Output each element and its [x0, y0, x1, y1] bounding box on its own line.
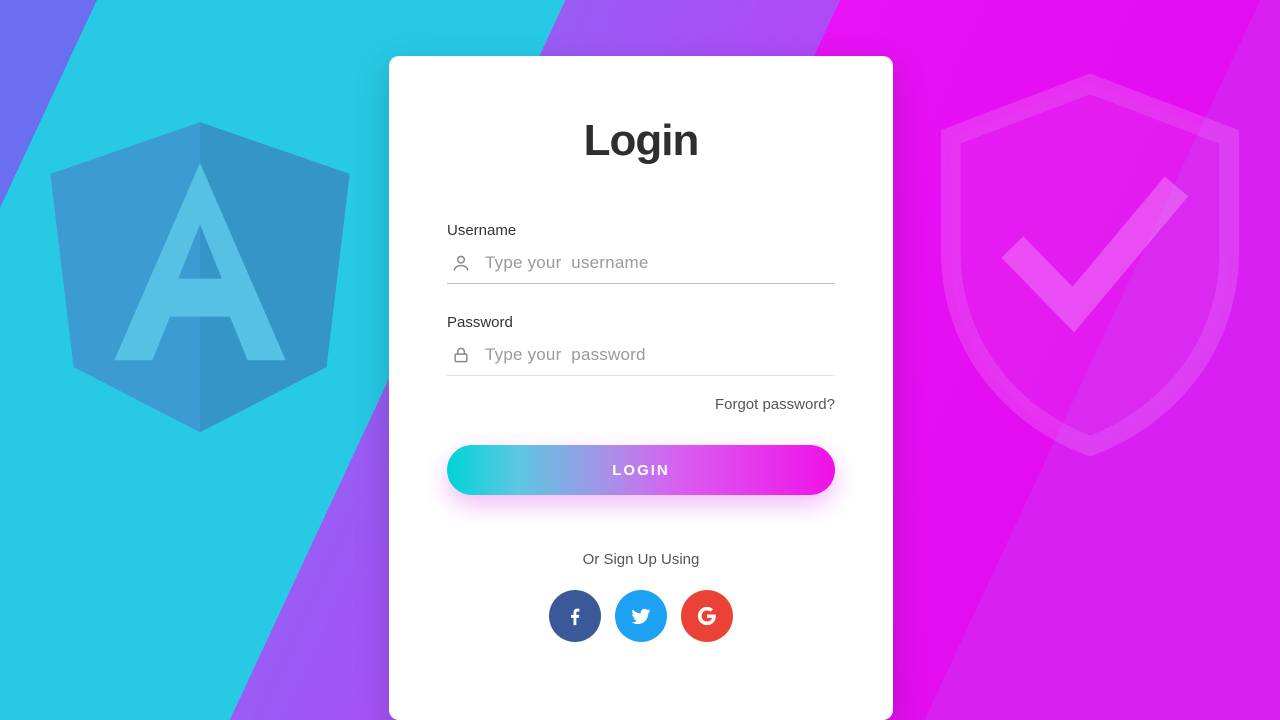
forgot-password-link[interactable]: Forgot password?: [447, 396, 835, 413]
facebook-login-button[interactable]: [549, 590, 601, 642]
user-icon: [451, 253, 471, 273]
social-login-row: [549, 590, 733, 642]
login-button[interactable]: LOGIN: [447, 445, 835, 495]
google-icon: [696, 605, 718, 627]
twitter-icon: [630, 605, 652, 627]
login-card: Login Username Password Forgot password?…: [389, 56, 893, 720]
password-label: Password: [447, 314, 835, 331]
username-field: Username: [447, 222, 835, 284]
google-login-button[interactable]: [681, 590, 733, 642]
twitter-login-button[interactable]: [615, 590, 667, 642]
signup-prompt: Or Sign Up Using: [583, 551, 700, 568]
shield-check-icon: [920, 70, 1260, 460]
page-title: Login: [584, 116, 699, 166]
lock-icon: [451, 345, 471, 365]
username-input[interactable]: [485, 253, 835, 273]
angular-logo-icon: [30, 80, 370, 450]
facebook-icon: [564, 605, 586, 627]
password-input[interactable]: [485, 345, 835, 365]
password-field: Password: [447, 314, 835, 376]
username-label: Username: [447, 222, 835, 239]
